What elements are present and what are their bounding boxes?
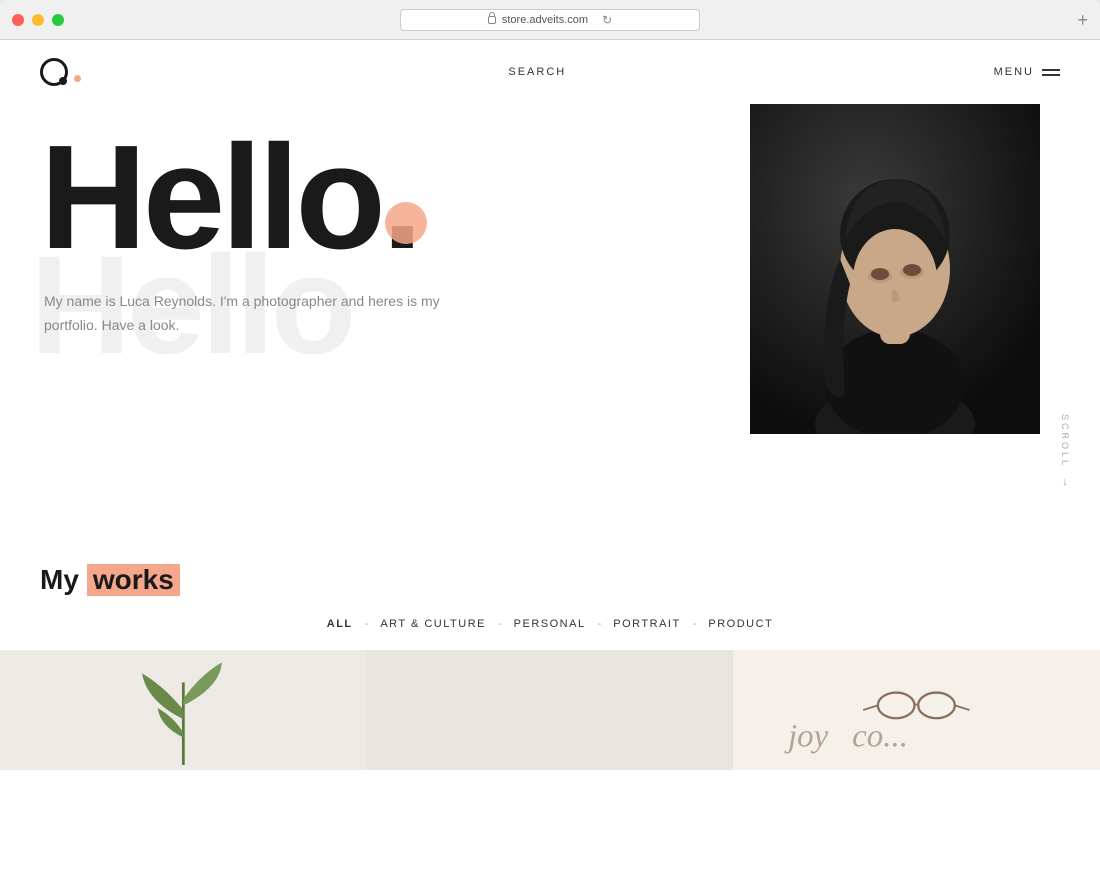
hello-period: . [382, 115, 419, 280]
separator-1: - [365, 618, 369, 630]
reload-icon[interactable]: ↻ [602, 13, 612, 27]
address-bar[interactable]: store.adveits.com ↻ [400, 9, 700, 31]
filter-personal[interactable]: PERSONAL [514, 618, 586, 630]
center-svg [367, 650, 734, 770]
bottom-image-right: joy co... [733, 650, 1100, 770]
site-header: SEARCH MENU [0, 40, 1100, 104]
window-chrome: store.adveits.com ↻ + [0, 0, 1100, 40]
hello-heading: Hello. [40, 124, 419, 272]
logo-dot [59, 77, 67, 85]
scroll-indicator: SCROLL ↓ [1060, 414, 1070, 488]
hamburger-icon [1042, 69, 1060, 76]
browser-content: SEARCH MENU Hello Hello. My name is Luca… [0, 40, 1100, 894]
works-section: My works ALL - ART & CULTURE - PERSONAL … [0, 524, 1100, 650]
svg-text:co...: co... [853, 719, 909, 755]
filter-all[interactable]: ALL [327, 618, 353, 630]
svg-text:joy: joy [784, 719, 829, 755]
plant-svg [0, 650, 367, 770]
hero-section: Hello Hello. My name is Luca Reynolds. I… [0, 104, 1100, 524]
menu-line-1 [1042, 69, 1060, 71]
separator-2: - [498, 618, 502, 630]
logo-dot-pink [74, 75, 81, 82]
lock-icon [488, 16, 496, 24]
menu-label: MENU [994, 66, 1034, 78]
works-title-prefix: My [40, 564, 79, 596]
hello-wrapper: Hello. [40, 124, 419, 272]
scroll-arrow: ↓ [1062, 474, 1068, 488]
bottom-strip: joy co... [0, 650, 1100, 770]
filter-product[interactable]: PRODUCT [708, 618, 773, 630]
hello-dot-accent [385, 202, 427, 244]
minimize-button[interactable] [32, 14, 44, 26]
logo-area[interactable] [40, 58, 81, 86]
hero-inner: Hello. My name is Luca Reynolds. I'm a p… [40, 124, 1060, 338]
right-svg: joy co... [733, 650, 1100, 770]
separator-3: - [598, 618, 602, 630]
close-button[interactable] [12, 14, 24, 26]
filter-tabs: ALL - ART & CULTURE - PERSONAL - PORTRAI… [40, 618, 1060, 630]
new-tab-button[interactable]: + [1077, 11, 1088, 29]
filter-art-culture[interactable]: ART & CULTURE [380, 618, 486, 630]
maximize-button[interactable] [52, 14, 64, 26]
works-title: My works [40, 564, 1060, 596]
bottom-image-left [0, 650, 367, 770]
bottom-image-center [367, 650, 734, 770]
menu-nav[interactable]: MENU [994, 66, 1060, 78]
url-text: store.adveits.com [502, 14, 588, 26]
filter-portrait[interactable]: PORTRAIT [613, 618, 680, 630]
menu-line-2 [1042, 74, 1060, 76]
logo-circle [40, 58, 68, 86]
hero-description: My name is Luca Reynolds. I'm a photogra… [44, 290, 464, 338]
scroll-text: SCROLL [1060, 414, 1070, 468]
search-nav[interactable]: SEARCH [508, 66, 566, 78]
works-title-highlight: works [87, 564, 180, 596]
separator-4: - [693, 618, 697, 630]
traffic-lights [12, 14, 64, 26]
